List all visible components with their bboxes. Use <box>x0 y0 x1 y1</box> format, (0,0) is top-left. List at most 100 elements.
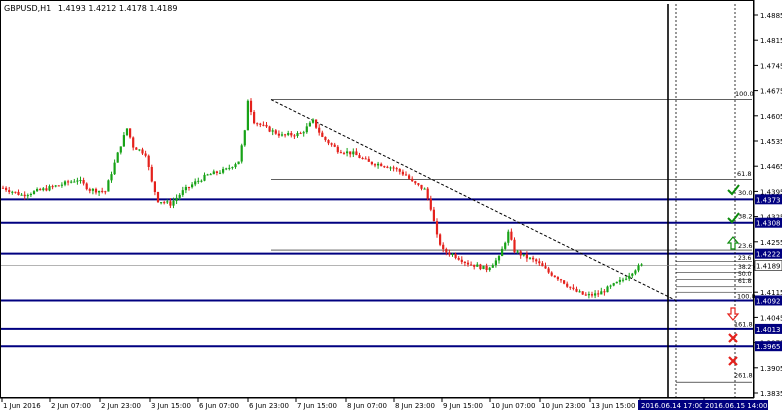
candle-body <box>51 186 54 188</box>
candle-body <box>510 231 513 240</box>
candle-body <box>522 254 525 256</box>
candle-body <box>32 191 36 195</box>
candle-body <box>392 167 395 169</box>
time-tick-label: 10 Jun 07:00 <box>491 402 535 410</box>
candle-body <box>166 201 169 203</box>
candle-body <box>349 151 352 155</box>
price-tick-label: 1.4535 <box>760 138 782 146</box>
candle-body <box>212 171 215 175</box>
level-price-label: 1.4222 <box>756 251 781 259</box>
candle-body <box>609 285 612 287</box>
fib-label: 161.8 <box>734 320 753 328</box>
time-tick-label: 10 Jun 23:00 <box>541 402 585 410</box>
candle-body <box>364 158 367 160</box>
candle-body <box>113 162 116 175</box>
candle-body <box>612 283 615 286</box>
candle-body <box>150 166 153 182</box>
price-tick-label: 1.4745 <box>760 62 782 70</box>
candle-body <box>138 149 141 151</box>
candle-body <box>70 181 73 183</box>
time-tick-label: 6 Jun 23:00 <box>249 402 289 410</box>
time-tick-label: 1 Jun 2016 <box>3 402 41 410</box>
level-price-label: 1.4373 <box>756 196 781 204</box>
candle-body <box>290 133 293 136</box>
candle-body <box>339 152 342 154</box>
candle-body <box>240 145 243 162</box>
candle-body <box>566 283 569 287</box>
candle-body <box>556 277 559 280</box>
candle-body <box>439 234 442 245</box>
candle-body <box>504 242 507 249</box>
candle-body <box>516 251 519 253</box>
price-tick-label: 1.4675 <box>760 88 782 96</box>
candle-body <box>67 181 70 183</box>
time-tick-label: 7 Jun 15:00 <box>297 402 337 410</box>
candle-body <box>110 174 113 181</box>
candle-body <box>454 254 457 258</box>
candle-body <box>98 190 101 193</box>
candle-body <box>91 188 94 191</box>
candle-body <box>45 188 48 191</box>
candle-body <box>215 171 218 173</box>
candle-body <box>370 161 373 165</box>
price-tick-label: 1.3835 <box>760 390 782 398</box>
price-tick-label: 1.4045 <box>760 314 782 322</box>
candle-body <box>246 100 249 131</box>
fib-label: 261.8 <box>734 372 753 380</box>
candle-body <box>163 202 166 204</box>
candle-body <box>8 190 11 193</box>
candle-body <box>237 161 240 165</box>
candle-body <box>401 171 404 175</box>
candle-body <box>94 188 98 193</box>
candle-body <box>243 130 246 146</box>
price-chart[interactable]: 100.0 61.8 30.0 38.2 23.6 100.0 161.8 261.8 23.6… <box>0 0 782 411</box>
candle-body <box>79 180 82 182</box>
candle-body <box>253 112 256 124</box>
candle-body <box>287 133 290 135</box>
candle-body <box>358 155 361 159</box>
candle-body <box>225 168 228 170</box>
candle-body <box>404 174 408 176</box>
candle-body <box>625 278 628 280</box>
candle-body <box>60 184 63 186</box>
candle-body <box>448 252 451 255</box>
candle-body <box>426 188 429 199</box>
candle-body <box>544 266 547 269</box>
time-tick-label: 2016.06.15 14:00 <box>705 402 767 410</box>
candle-body <box>637 265 640 271</box>
candle-body <box>470 264 473 266</box>
time-tick-label: 6 Jun 07:00 <box>199 402 239 410</box>
candle-body <box>181 190 184 195</box>
fib-label: 23.6 <box>738 242 752 250</box>
candle-body <box>631 273 634 276</box>
candle-body <box>367 158 370 162</box>
candle-body <box>82 180 85 184</box>
candle-body <box>507 231 510 243</box>
candle-body <box>538 261 541 264</box>
candle-body <box>160 202 163 204</box>
candle-body <box>408 175 411 179</box>
candle-body <box>590 294 594 296</box>
candle-body <box>85 183 88 190</box>
candle-body <box>280 134 284 136</box>
current-price-label: 1.4189 <box>756 263 781 271</box>
candle-body <box>491 265 494 268</box>
candle-body <box>528 257 532 259</box>
candle-body <box>541 263 544 267</box>
candle-body <box>20 194 23 196</box>
candle-body <box>324 136 327 141</box>
candle-body <box>228 167 231 169</box>
candle-body <box>494 260 497 266</box>
candle-body <box>39 189 42 191</box>
level-price-label: 1.4092 <box>756 297 781 305</box>
candle-body <box>26 195 29 197</box>
candle-body <box>191 184 194 188</box>
candle-body <box>380 163 383 167</box>
candle-body <box>147 155 150 167</box>
time-tick-label: 13 Jun 15:00 <box>591 402 635 410</box>
candle-body <box>153 181 156 193</box>
candle-body <box>194 181 197 185</box>
time-tick-label: 2 Jun 23:00 <box>101 402 141 410</box>
candle-body <box>479 264 482 270</box>
candle-body <box>200 180 203 182</box>
